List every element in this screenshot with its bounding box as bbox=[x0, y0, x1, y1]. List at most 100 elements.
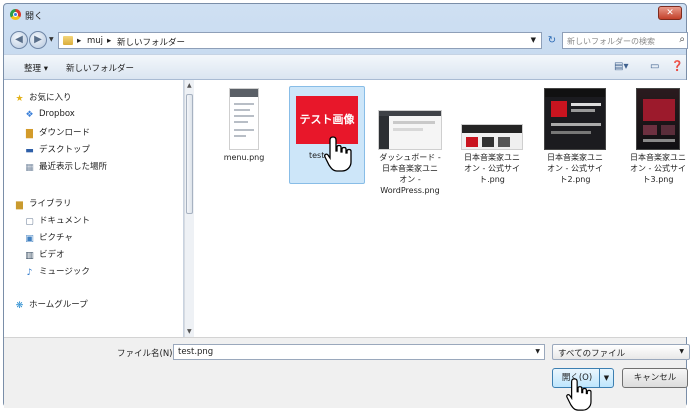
nav-label: 最近表示した場所 bbox=[39, 162, 108, 172]
nav-item-music[interactable]: ♪ ミュージック bbox=[24, 265, 90, 278]
nav-item-videos[interactable]: ▥ ビデオ bbox=[24, 248, 65, 261]
file-name-line: WordPress.png bbox=[380, 186, 440, 195]
filename-dropdown-icon[interactable]: ▼ bbox=[535, 348, 540, 355]
file-name-line: 日本音楽家ユニ bbox=[547, 153, 603, 162]
chrome-icon bbox=[10, 9, 21, 20]
nav-homegroup[interactable]: ❋ ホームグループ bbox=[14, 298, 88, 311]
nav-label: デスクトップ bbox=[39, 145, 91, 155]
breadcrumb-separator-icon[interactable]: ▸ bbox=[77, 36, 81, 46]
refresh-icon[interactable]: ↻ bbox=[544, 32, 560, 49]
file-item-menu[interactable]: menu.png bbox=[206, 88, 282, 163]
file-thumbnail bbox=[544, 88, 606, 150]
file-name: 日本音楽家ユニ オン - 公式サイ ト.png bbox=[454, 152, 530, 185]
file-name: ダッシュボード - 日本音楽家ユニ オン - WordPress.png bbox=[372, 152, 448, 196]
file-name-line: ト3.png bbox=[642, 175, 674, 184]
search-placeholder: 新しいフォルダーの検索 bbox=[567, 37, 655, 46]
hand-cursor-icon bbox=[566, 378, 592, 411]
nav-item-documents[interactable]: ▢ ドキュメント bbox=[24, 214, 90, 227]
file-thumbnail bbox=[378, 110, 442, 150]
open-split-dropdown-icon[interactable]: ▼ bbox=[599, 369, 613, 387]
file-name-line: オン - 公式サイ bbox=[630, 164, 686, 173]
nav-label: ピクチャ bbox=[39, 233, 73, 243]
breadcrumb-muj[interactable]: muj bbox=[87, 36, 103, 46]
nav-item-dropbox[interactable]: ❖ Dropbox bbox=[24, 109, 75, 122]
cancel-button[interactable]: キャンセル bbox=[622, 368, 688, 388]
downloads-icon: ▇ bbox=[26, 129, 33, 139]
view-options-icon[interactable]: ▤▾ bbox=[614, 61, 628, 72]
music-icon: ♪ bbox=[26, 268, 33, 278]
organize-menu[interactable]: 整理 ▾ bbox=[24, 62, 48, 74]
file-item-dashboard[interactable]: ダッシュボード - 日本音楽家ユニ オン - WordPress.png bbox=[372, 88, 448, 196]
file-item-official-2[interactable]: 日本音楽家ユニ オン - 公式サイ ト2.png bbox=[537, 88, 613, 185]
breadcrumb-new-folder[interactable]: 新しいフォルダー bbox=[117, 36, 185, 48]
desktop-icon: ▬ bbox=[25, 146, 34, 156]
file-name: 日本音楽家ユニ オン - 公式サイ ト2.png bbox=[537, 152, 613, 185]
hand-cursor-icon bbox=[324, 136, 352, 172]
file-name-line: オン - 公式サイ bbox=[547, 164, 603, 173]
documents-icon: ▢ bbox=[25, 217, 34, 227]
scroll-up-icon[interactable]: ▲ bbox=[187, 82, 192, 89]
scroll-down-icon[interactable]: ▼ bbox=[187, 328, 192, 335]
command-bar: 整理 ▾ 新しいフォルダー ▤▾ ▭ ❓ bbox=[4, 54, 686, 80]
filetype-select[interactable]: すべてのファイル ▼ bbox=[552, 344, 690, 360]
forward-button[interactable]: ▶ bbox=[29, 31, 47, 49]
file-thumbnail bbox=[461, 124, 523, 150]
recent-places-icon: ▦ bbox=[25, 163, 34, 173]
new-folder-button[interactable]: 新しいフォルダー bbox=[66, 62, 134, 74]
file-name-line: ダッシュボード - bbox=[379, 153, 441, 162]
file-name-line: ト2.png bbox=[559, 175, 591, 184]
file-name-line: オン - 公式サイ bbox=[464, 164, 520, 173]
file-name-line: オン - bbox=[399, 175, 421, 184]
scroll-thumb[interactable] bbox=[186, 94, 193, 214]
filename-label: ファイル名(N): bbox=[117, 349, 176, 359]
nav-libraries[interactable]: ▆ ライブラリ bbox=[14, 197, 72, 210]
file-name-line: 日本音楽家ユニ bbox=[630, 153, 686, 162]
address-row: ◀ ▶ ▼ ▸ muj ▸ 新しいフォルダー ▼ ↻ 新しいフォルダーの検索 ⌕ bbox=[4, 28, 688, 52]
nav-item-desktop[interactable]: ▬ デスクトップ bbox=[24, 143, 90, 156]
file-name-line: 日本音楽家ユニ bbox=[382, 164, 438, 173]
file-item-official[interactable]: 日本音楽家ユニ オン - 公式サイ ト.png bbox=[454, 88, 530, 185]
help-icon[interactable]: ❓ bbox=[671, 61, 683, 72]
history-dropdown-icon[interactable]: ▼ bbox=[49, 36, 54, 43]
nav-label: ホームグループ bbox=[29, 300, 88, 310]
star-icon: ★ bbox=[15, 94, 24, 104]
open-dialog: 開く ✕ ◀ ▶ ▼ ▸ muj ▸ 新しいフォルダー ▼ ↻ 新しいフォルダー… bbox=[3, 3, 690, 408]
preview-pane-icon[interactable]: ▭ bbox=[650, 61, 659, 72]
nav-label: Dropbox bbox=[39, 109, 75, 119]
address-bar[interactable]: ▸ muj ▸ 新しいフォルダー ▼ bbox=[58, 32, 542, 49]
search-input[interactable]: 新しいフォルダーの検索 ⌕ bbox=[562, 32, 688, 49]
filetype-value: すべてのファイル bbox=[558, 349, 626, 359]
videos-icon: ▥ bbox=[25, 251, 34, 261]
nav-label: ダウンロード bbox=[39, 128, 91, 138]
nav-label: お気に入り bbox=[29, 93, 72, 103]
nav-item-pictures[interactable]: ▣ ピクチャ bbox=[24, 231, 73, 244]
close-button[interactable]: ✕ bbox=[658, 6, 682, 20]
title-bar: 開く ✕ bbox=[4, 4, 686, 26]
filetype-dropdown-icon[interactable]: ▼ bbox=[679, 348, 684, 355]
nav-label: ビデオ bbox=[39, 250, 65, 260]
nav-label: ライブラリ bbox=[29, 199, 72, 209]
folder-icon bbox=[63, 36, 73, 45]
window-title: 開く bbox=[25, 12, 44, 22]
nav-scrollbar[interactable]: ▲ ▼ bbox=[184, 80, 194, 337]
filename-value: test.png bbox=[178, 347, 214, 357]
address-dropdown-icon[interactable]: ▼ bbox=[531, 36, 536, 44]
file-thumbnail bbox=[636, 88, 680, 150]
dropbox-icon: ❖ bbox=[25, 110, 34, 120]
homegroup-icon: ❋ bbox=[15, 301, 24, 311]
libraries-icon: ▆ bbox=[16, 200, 23, 210]
file-name: 日本音楽家ユニ オン - 公式サイ ト3.png bbox=[620, 152, 691, 185]
back-button[interactable]: ◀ bbox=[10, 31, 28, 49]
file-list: menu.png テスト画像 test ダッシュボード - 日本音楽家ユニ オン… bbox=[194, 80, 688, 337]
pictures-icon: ▣ bbox=[25, 234, 34, 244]
search-icon[interactable]: ⌕ bbox=[679, 34, 685, 45]
nav-item-recent[interactable]: ▦ 最近表示した場所 bbox=[24, 160, 107, 173]
file-name-line: 日本音楽家ユニ bbox=[464, 153, 520, 162]
breadcrumb-separator-icon[interactable]: ▸ bbox=[107, 36, 111, 46]
nav-item-downloads[interactable]: ▇ ダウンロード bbox=[24, 126, 90, 139]
nav-label: ミュージック bbox=[39, 267, 90, 277]
nav-favorites[interactable]: ★ お気に入り bbox=[14, 91, 72, 104]
file-item-official-3[interactable]: 日本音楽家ユニ オン - 公式サイ ト3.png bbox=[620, 88, 691, 185]
file-name: menu.png bbox=[223, 153, 265, 162]
filename-input[interactable]: test.png ▼ bbox=[173, 344, 545, 360]
